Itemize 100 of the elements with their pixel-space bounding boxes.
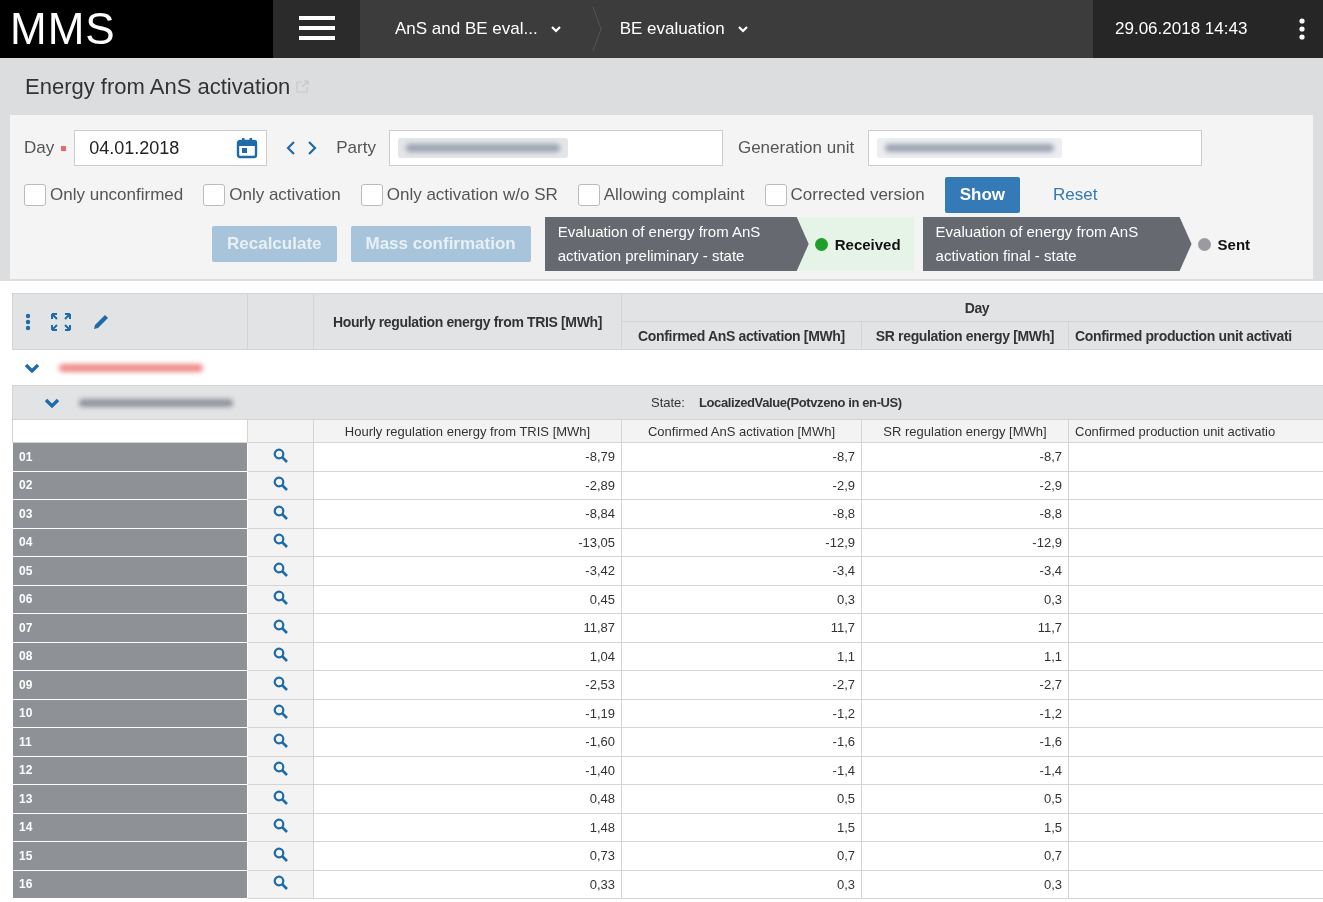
table-cell: 0,73 xyxy=(313,841,622,870)
table-cell: 1,1 xyxy=(621,642,862,671)
table-cell: -2,9 xyxy=(621,471,862,500)
table-cell: -1,2 xyxy=(621,699,862,728)
table-cell: -8,84 xyxy=(313,499,622,528)
calendar-icon[interactable] xyxy=(236,137,259,159)
table-cell: 0,7 xyxy=(861,841,1069,870)
table-cell: -2,89 xyxy=(313,471,622,500)
hour-cell: 04 xyxy=(12,528,248,557)
table-cell: -1,19 xyxy=(313,699,622,728)
state-value: LocalizedValue(Potvzeno in en-US) xyxy=(698,395,902,410)
table-cell: 0,48 xyxy=(313,784,622,813)
checkbox[interactable] xyxy=(577,184,600,206)
generation-unit-field[interactable] xyxy=(868,130,1203,166)
table-cell: -13,05 xyxy=(313,528,622,557)
state-label: Evaluation of energy from AnS activation preliminary - state xyxy=(544,217,809,271)
table-cell: -1,40 xyxy=(313,756,622,785)
table-cell: 0,33 xyxy=(313,870,622,899)
party-label: Party xyxy=(336,138,376,158)
hour-cell: 10 xyxy=(12,699,248,728)
page-title: Energy from AnS activation xyxy=(25,73,291,100)
column-header: Hourly regulation energy from TRIS [MWh] xyxy=(313,419,622,443)
next-day-icon[interactable] xyxy=(306,140,319,156)
table-cell: -1,2 xyxy=(861,699,1069,728)
table-cell: -8,7 xyxy=(621,442,862,471)
hour-cell: 12 xyxy=(12,756,248,785)
checkbox[interactable] xyxy=(24,184,46,206)
checkbox-label[interactable]: Allowing complaint xyxy=(603,185,745,205)
menu-icon[interactable] xyxy=(298,16,335,42)
search-icon[interactable] xyxy=(273,447,288,463)
checkbox-label[interactable]: Only activation w/o SR xyxy=(386,185,558,205)
search-icon[interactable] xyxy=(273,504,288,520)
party-field[interactable] xyxy=(388,130,723,166)
table-cell: -2,9 xyxy=(861,471,1069,500)
previous-day-icon[interactable] xyxy=(285,140,298,156)
show-button[interactable]: Show xyxy=(944,177,1021,213)
table-cell: 11,87 xyxy=(313,613,622,642)
search-icon[interactable] xyxy=(273,732,288,748)
column-header: Hourly regulation energy from TRIS [MWh] xyxy=(313,293,622,350)
date-field[interactable]: 04.01.2018 xyxy=(74,130,268,166)
table-cell: 0,3 xyxy=(861,585,1069,614)
table-cell: 1,5 xyxy=(621,813,862,842)
hour-cell: 15 xyxy=(12,841,248,870)
day-label: Day xyxy=(24,138,55,158)
search-icon[interactable] xyxy=(273,533,288,549)
date-time: 29.06.2018 14:43 xyxy=(1115,19,1248,39)
table-cell: 1,04 xyxy=(313,642,622,671)
expand-icon[interactable] xyxy=(51,312,71,331)
table-cell: 11,7 xyxy=(861,613,1069,642)
table-cell: -1,4 xyxy=(621,756,862,785)
search-icon[interactable] xyxy=(273,875,288,891)
hour-cell: 02 xyxy=(12,471,248,500)
table-cell: -2,53 xyxy=(313,670,622,699)
search-icon[interactable] xyxy=(273,647,288,663)
checkbox[interactable] xyxy=(764,184,787,206)
search-icon[interactable] xyxy=(273,476,288,492)
search-icon[interactable] xyxy=(273,675,288,691)
table-cell: -8,8 xyxy=(621,499,862,528)
column-header: SR regulation energy [MWh] xyxy=(861,321,1069,350)
state-label: State: xyxy=(651,395,685,410)
table-cell: 11,7 xyxy=(621,613,862,642)
search-icon[interactable] xyxy=(273,818,288,834)
hour-cell: 06 xyxy=(12,585,248,614)
reset-link[interactable]: Reset xyxy=(1038,177,1113,213)
table-cell: 1,5 xyxy=(861,813,1069,842)
chevron-down-icon[interactable] xyxy=(736,23,749,35)
checkbox-label[interactable]: Only activation xyxy=(229,185,341,205)
checkbox[interactable] xyxy=(203,184,226,206)
breadcrumb-dropdown[interactable]: BE evaluation xyxy=(619,19,749,39)
search-icon[interactable] xyxy=(273,590,288,606)
hour-cell: 08 xyxy=(12,642,248,671)
hour-cell: 07 xyxy=(12,613,248,642)
hour-cell: 14 xyxy=(12,813,248,842)
table-cell: -8,8 xyxy=(861,499,1069,528)
search-icon[interactable] xyxy=(273,618,288,634)
column-header: SR regulation energy [MWh] xyxy=(861,419,1069,443)
table-cell: 0,5 xyxy=(621,784,862,813)
table-cell: 0,3 xyxy=(621,585,862,614)
table-cell: -3,4 xyxy=(861,556,1069,585)
checkbox[interactable] xyxy=(360,184,383,206)
table-cell: -1,60 xyxy=(313,727,622,756)
hour-cell: 03 xyxy=(12,499,248,528)
search-icon[interactable] xyxy=(273,761,288,777)
checkbox-label[interactable]: Only unconfirmed xyxy=(50,185,184,205)
table-cell: -3,4 xyxy=(621,556,862,585)
checkbox-label[interactable]: Corrected version xyxy=(790,185,925,205)
search-icon[interactable] xyxy=(273,561,288,577)
hour-cell: 09 xyxy=(12,670,248,699)
generation-unit-label: Generation unit xyxy=(737,138,855,158)
search-icon[interactable] xyxy=(273,846,288,862)
breadcrumb-dropdown[interactable]: AnS and BE eval... xyxy=(395,19,562,39)
hour-cell: 13 xyxy=(12,784,248,813)
search-icon[interactable] xyxy=(273,704,288,720)
search-icon[interactable] xyxy=(273,789,288,805)
table-cell: -12,9 xyxy=(861,528,1069,557)
table-cell: 0,3 xyxy=(621,870,862,899)
table-cell: -8,79 xyxy=(313,442,622,471)
table-cell: -1,4 xyxy=(861,756,1069,785)
more-icon[interactable] xyxy=(1299,18,1305,40)
chevron-down-icon[interactable] xyxy=(549,23,562,35)
